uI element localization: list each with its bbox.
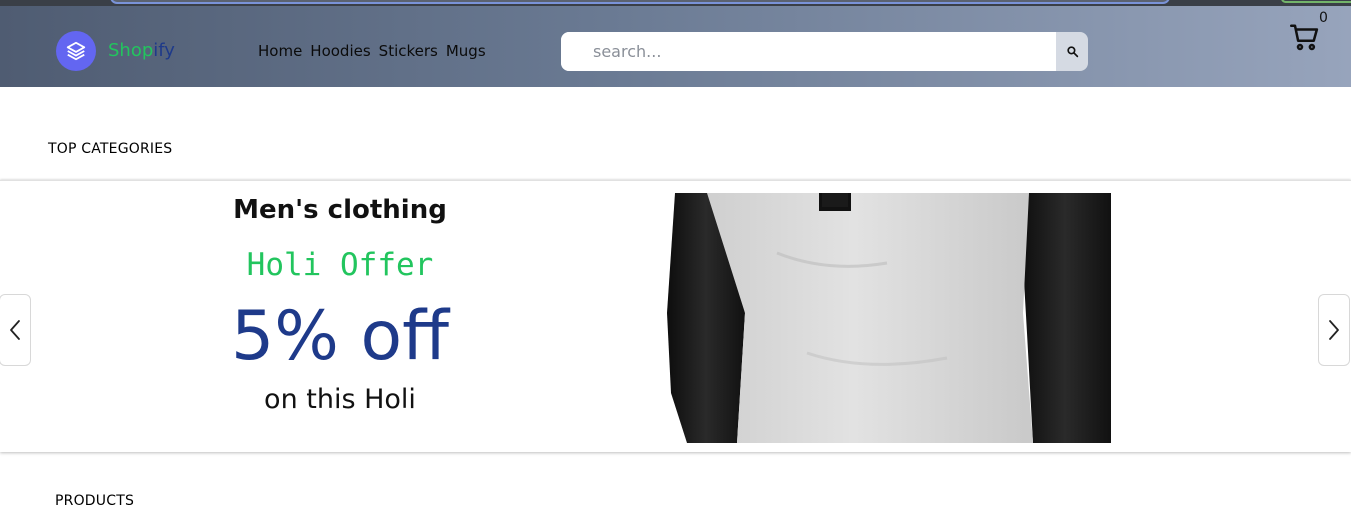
chevron-right-icon [1329, 320, 1339, 340]
nav-item-hoodies[interactable]: Hoodies [310, 42, 370, 60]
carousel-prev-button[interactable] [0, 294, 31, 366]
slide-text-block: Men's clothing Holi Offer 5% off on this… [210, 181, 470, 453]
products-heading: PRODUCTS [55, 493, 135, 509]
nav-item-stickers[interactable]: Stickers [379, 42, 438, 60]
search-icon [1066, 46, 1078, 58]
cart-count-badge: 0 [1319, 10, 1328, 26]
brand-name-part2: ify [153, 40, 175, 61]
slide-offer: Holi Offer [246, 247, 434, 283]
layers-icon[interactable] [56, 31, 96, 71]
nav-item-mugs[interactable]: Mugs [446, 42, 486, 60]
chevron-left-icon [10, 320, 20, 340]
search-button[interactable] [1056, 32, 1088, 71]
brand-name[interactable]: Shopify [108, 40, 175, 61]
search-bar [561, 32, 1088, 71]
shirt-image[interactable] [667, 193, 1111, 443]
top-categories-heading: TOP CATEGORIES [48, 141, 173, 157]
site-header: Shopify Home Hoodies Stickers Mugs [0, 6, 1351, 87]
main-nav: Home Hoodies Stickers Mugs [258, 42, 486, 60]
cart-icon [1290, 24, 1319, 51]
carousel-next-button[interactable] [1318, 294, 1350, 366]
address-bar-edge [110, 0, 1170, 4]
search-input[interactable] [561, 32, 1056, 71]
nav-item-home[interactable]: Home [258, 42, 302, 60]
slide-subtitle: on this Holi [264, 384, 416, 415]
promo-carousel: Men's clothing Holi Offer 5% off on this… [0, 180, 1351, 452]
brand-name-part1: Shop [108, 40, 154, 61]
slide-discount: 5% off [231, 297, 449, 376]
browser-button-edge [1281, 0, 1351, 3]
slide-title: Men's clothing [233, 195, 447, 225]
